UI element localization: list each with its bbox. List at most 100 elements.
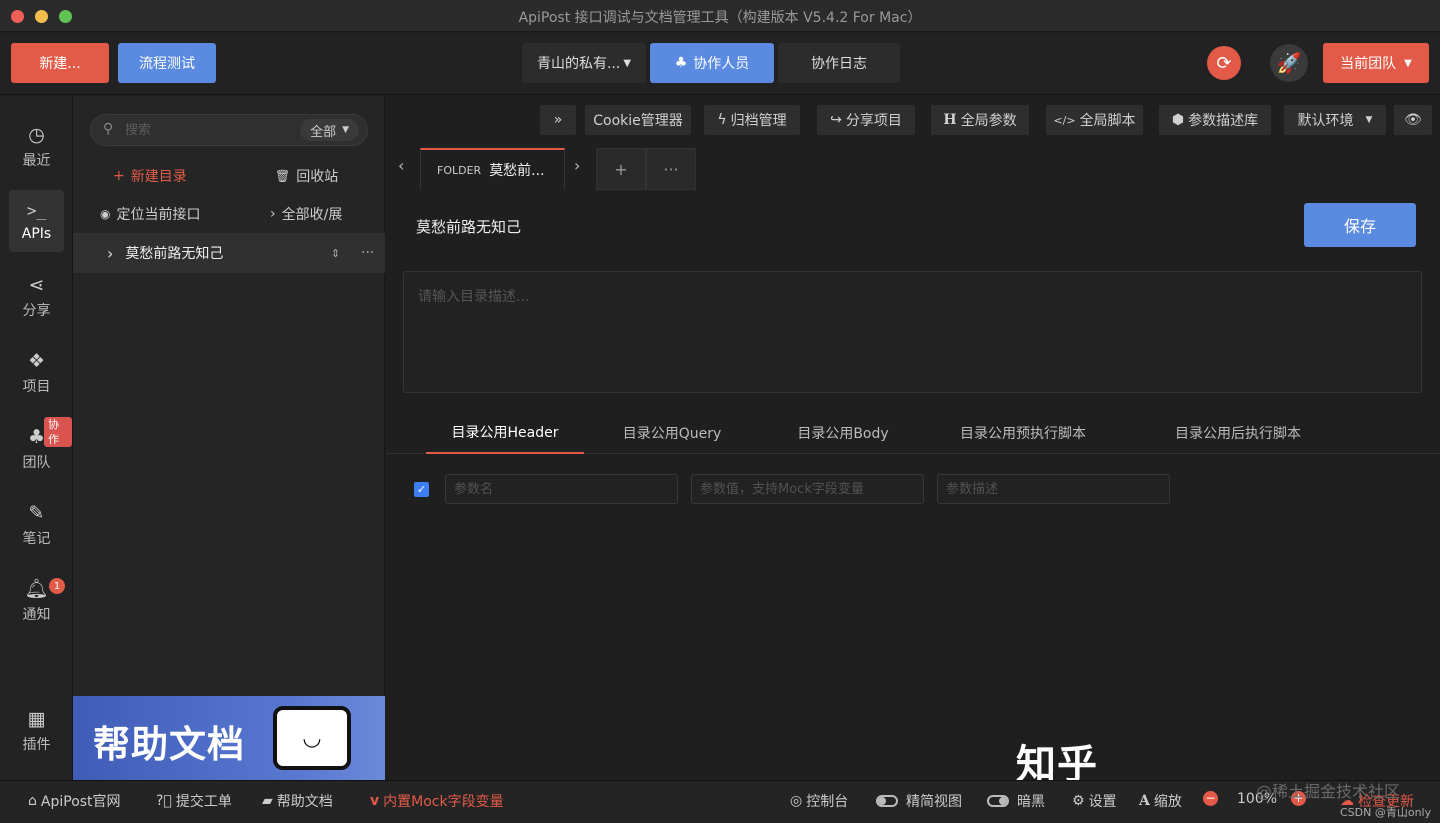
cookie-manager-button[interactable]: Cookie管理器 [585,105,691,135]
dark-label: 暗黑 [1017,794,1045,810]
tab-next-icon[interactable]: › [574,156,580,175]
param-enable-checkbox[interactable]: ✓ [414,482,429,497]
param-name-input[interactable] [445,474,678,504]
expand-toolbar-button[interactable]: » [540,105,576,135]
folder-description-input[interactable] [403,271,1422,393]
submit-ticket-link[interactable]: ?⃝ 提交工单 [156,791,232,811]
rail-item-apis[interactable]: >_ APIs [9,190,64,252]
tab-dir-query[interactable]: 目录公用Query [604,412,740,454]
cubes-icon: ❖ [27,350,46,372]
notification-count-badge: 1 [49,578,65,594]
rail-item-plugins[interactable]: ▦ 插件 [9,700,64,762]
chevron-right-icon: › [270,206,276,222]
cube-icon: ⬢ [1171,112,1185,128]
locate-label: 定位当前接口 [116,207,201,223]
chevron-right-icon[interactable]: › [107,244,113,263]
rail-item-label: 笔记 [22,531,51,547]
new-button[interactable]: 新建... [11,43,109,83]
gear-icon: ⚙ [1072,793,1085,809]
collaborators-button[interactable]: ♣ 协作人员 [650,43,774,83]
param-lib-label: 参数描述库 [1188,113,1259,129]
clock-icon: ◷ [28,124,45,146]
save-button[interactable]: 保存 [1304,203,1416,247]
caret-down-icon: ▼ [623,57,632,69]
param-desc-input[interactable] [937,474,1170,504]
help-docs-link[interactable]: ▰ 帮助文档 [262,791,333,811]
website-label: ApiPost官网 [40,794,121,810]
param-row: ✓ [386,474,1440,504]
ticket-label: 提交工单 [175,794,232,810]
collapse-all-button[interactable]: › 全部收/展 [270,204,342,224]
global-script-label: 全局脚本 [1079,113,1136,129]
param-desc-lib-button[interactable]: ⬢ 参数描述库 [1159,105,1271,135]
tab-bar: ‹ FOLDER 莫愁前... › + ··· [386,148,1440,190]
share-project-button[interactable]: ↪ 分享项目 [817,105,915,135]
help-docs-banner[interactable]: 帮助文档 ◡ [73,696,385,780]
search-scope-select[interactable]: 全部 ▼ [300,119,359,141]
recycle-bin-button[interactable]: 🗑︎ 回收站 [275,166,338,186]
font-icon: A [1139,793,1150,809]
tab-prev-icon[interactable]: ‹ [398,156,404,175]
mock-vars-link[interactable]: v 内置Mock字段变量 [370,791,504,811]
sync-icon[interactable]: ⟳ [1207,46,1241,80]
current-team-button[interactable]: 当前团队 ▼ [1323,43,1429,83]
mock-vars-label: 内置Mock字段变量 [383,794,504,810]
rail-item-projects[interactable]: ❖ 项目 [9,342,64,404]
help-banner-text: 帮助文档 [93,723,245,766]
rail-item-label: 项目 [22,379,51,395]
tab-dir-body[interactable]: 目录公用Body [778,412,908,454]
website-link[interactable]: ⌂ ApiPost官网 [28,791,121,811]
environment-select[interactable]: 默认环境 ▼ [1284,105,1386,135]
environment-label: 默认环境 [1297,113,1354,129]
compact-view-toggle[interactable]: 精简视图 [876,791,962,811]
avatar[interactable]: 🚀 [1270,44,1308,82]
book-face-icon: ◡ [273,706,351,770]
terminal-icon: >_ [26,201,47,220]
add-tab-icon[interactable]: + [596,148,646,190]
sort-icon[interactable]: ⇕ [331,247,340,260]
search-input[interactable] [125,120,295,140]
eye-icon[interactable]: 👁︎ [1394,105,1432,135]
folder-settings-tabs: 目录公用Header 目录公用Query 目录公用Body 目录公用预执行脚本 … [386,412,1440,454]
home-icon: ⌂ [28,793,37,809]
folder-name-field[interactable]: 莫愁前路无知己 [416,216,521,237]
global-params-button[interactable]: H 全局参数 [931,105,1029,135]
rail-item-label: 插件 [22,737,51,753]
global-script-button[interactable]: </> 全局脚本 [1046,105,1143,135]
rail-item-label: APIs [21,226,52,242]
tab-dir-header[interactable]: 目录公用Header [426,412,584,454]
dark-mode-toggle[interactable]: 暗黑 [987,791,1045,811]
title-bar: ApiPost 接口调试与文档管理工具（构建版本 V5.4.2 For Mac） [0,0,1440,32]
vimeo-icon: v [370,793,380,809]
project-select[interactable]: 青山的私有... ▼ [522,43,646,83]
rail-item-notes[interactable]: ✎ 笔记 [9,494,64,556]
new-directory-button[interactable]: + 新建目录 [113,166,187,186]
flow-test-button[interactable]: 流程测试 [118,43,216,83]
collab-log-button[interactable]: 协作日志 [778,43,900,83]
console-button[interactable]: ◎ 控制台 [790,791,848,811]
rail-item-recent[interactable]: ◷ 最近 [9,116,64,178]
tab-dir-pre-script[interactable]: 目录公用预执行脚本 [948,412,1098,454]
tab-folder[interactable]: FOLDER 莫愁前... [420,148,565,190]
param-value-input[interactable] [691,474,924,504]
settings-button[interactable]: ⚙ 设置 [1072,791,1117,811]
toggle-off-icon [876,795,898,807]
tree-folder-label: 莫愁前路无知己 [125,246,224,262]
tree-folder-item[interactable]: › 莫愁前路无知己 ⇕ ··· [73,233,385,273]
search-icon: ⚲ [103,121,114,137]
caret-down-icon: ▼ [1365,115,1373,125]
archive-manage-button[interactable]: ϟ 归档管理 [704,105,800,135]
tab-dir-post-script[interactable]: 目录公用后执行脚本 [1156,412,1320,454]
rail-item-share[interactable]: ⋖ 分享 [9,266,64,328]
global-params-label: 全局参数 [960,113,1017,129]
settings-label: 设置 [1088,794,1117,810]
collaborators-label: 协作人员 [693,56,750,72]
locate-current-api-button[interactable]: ◉ 定位当前接口 [100,204,200,224]
more-icon[interactable]: ··· [361,245,374,261]
tab-more-icon[interactable]: ··· [646,148,696,190]
zoom-out-button[interactable]: − [1203,791,1218,806]
share-arrow-icon: ↪ [830,112,842,128]
zoom-label: 缩放 [1153,794,1182,810]
location-icon: ◉ [100,207,111,221]
toggle-on-icon [987,795,1009,807]
